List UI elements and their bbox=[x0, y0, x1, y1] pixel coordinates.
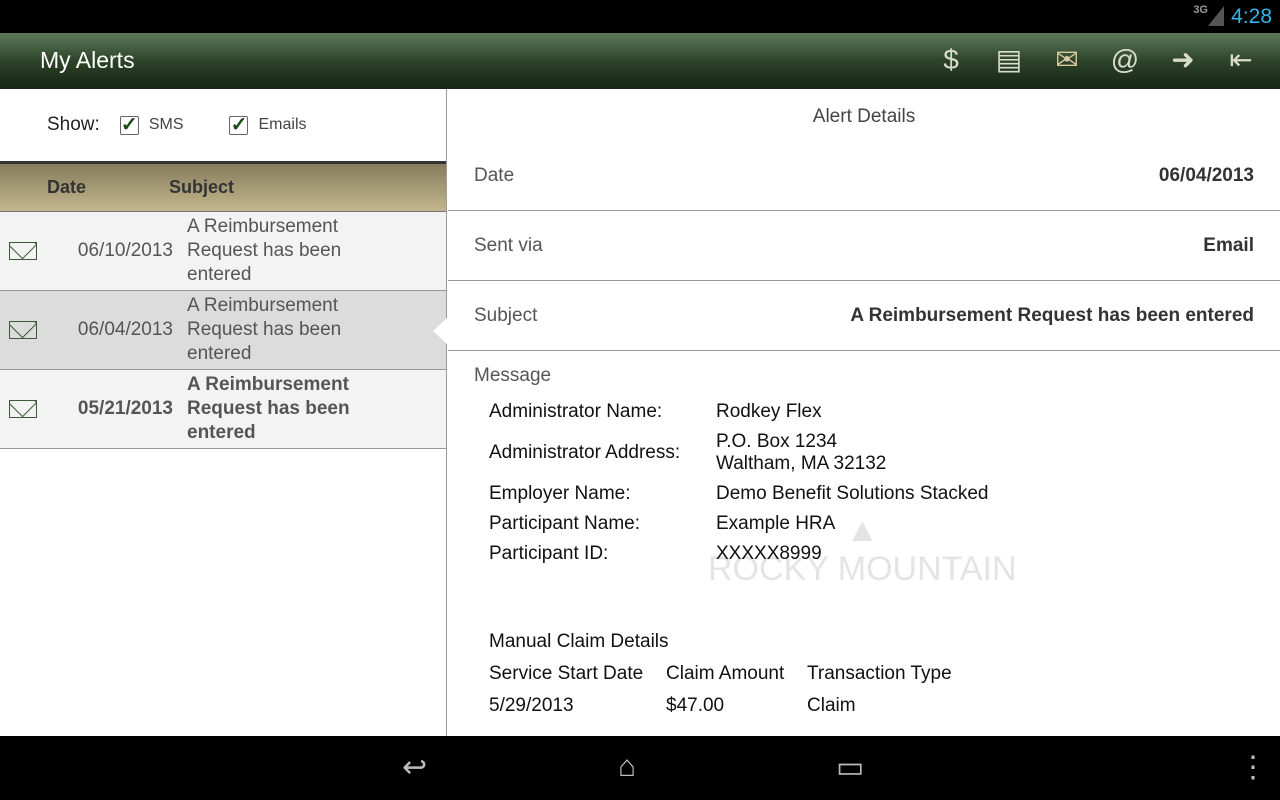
alert-subject: A Reimbursement Request has been entered bbox=[187, 216, 342, 285]
emails-checkbox[interactable]: ✓ bbox=[229, 115, 249, 135]
sent-via-value: Email bbox=[1203, 234, 1254, 256]
filter-bar: Show: ✓ SMS ✓ Emails bbox=[0, 89, 446, 164]
claim-header: Service Start Date bbox=[489, 663, 644, 684]
envelope-icon bbox=[9, 321, 37, 339]
envelope-icon bbox=[9, 242, 37, 260]
subject-value: A Reimbursement Request has been entered bbox=[850, 304, 1254, 326]
back-icon[interactable]: ↩ bbox=[402, 750, 427, 785]
claim-header: Claim Amount bbox=[666, 663, 785, 684]
details-title: Alert Details bbox=[812, 106, 916, 127]
phone-at-icon[interactable]: @ bbox=[1106, 41, 1144, 79]
claim-title: Manual Claim Details bbox=[489, 631, 669, 652]
subject-header[interactable]: Subject bbox=[169, 177, 234, 198]
msg-key: Participant Name: bbox=[489, 513, 641, 534]
home-icon[interactable]: ⌂ bbox=[618, 750, 636, 784]
message-body: Administrator Name: Rodkey Flex Administr… bbox=[489, 401, 1254, 565]
msg-key: Administrator Name: bbox=[489, 401, 663, 422]
arrow-right-icon[interactable]: ➜ bbox=[1164, 41, 1202, 79]
msg-value: Demo Benefit Solutions Stacked bbox=[716, 483, 989, 504]
alert-details-pane: Alert Details Date 06/04/2013 Sent via Ema… bbox=[448, 89, 1280, 736]
app-bar: My Alerts $ ▤ ✉ @ ➜ ⇤ bbox=[0, 33, 1280, 89]
sms-label: SMS bbox=[148, 116, 184, 133]
page-title: My Alerts bbox=[40, 47, 135, 73]
msg-value: Example HRA bbox=[716, 513, 836, 534]
list-item-selected[interactable]: 06/04/2013 A Reimbursement Request has be… bbox=[0, 291, 447, 370]
date-field: Date 06/04/2013 bbox=[448, 141, 1280, 211]
claim-cell: 5/29/2013 bbox=[489, 695, 574, 716]
msg-value: Rodkey Flex bbox=[716, 401, 822, 422]
documents-icon[interactable]: ▤ bbox=[990, 41, 1028, 79]
emails-label: Emails bbox=[258, 116, 307, 133]
claim-table: Service Start Date Claim Amount Transactio… bbox=[489, 663, 1254, 717]
recent-apps-icon[interactable]: ▭ bbox=[836, 750, 864, 785]
alert-subject: A Reimbursement Request has been entered bbox=[187, 295, 342, 364]
claim-cell: Claim bbox=[807, 695, 856, 716]
alert-date: 06/10/2013 bbox=[77, 240, 173, 261]
bag-dollar-icon[interactable]: $ bbox=[932, 41, 970, 79]
claim-header: Transaction Type bbox=[807, 663, 952, 684]
envelope-icon bbox=[9, 400, 37, 418]
subject-label: Subject bbox=[474, 304, 538, 326]
msg-key: Employer Name: bbox=[489, 483, 631, 504]
alert-date: 05/21/2013 bbox=[77, 398, 173, 419]
date-label: Date bbox=[474, 164, 515, 186]
list-item-unread[interactable]: 05/21/2013 A Reimbursement Request has be… bbox=[0, 370, 446, 449]
msg-value: P.O. Box 1234 Waltham, MA 32132 bbox=[716, 431, 887, 474]
alert-date: 06/04/2013 bbox=[77, 319, 173, 340]
alert-subject: A Reimbursement Request has been entered bbox=[187, 374, 350, 443]
overflow-menu-icon[interactable]: ⋮ bbox=[1238, 750, 1268, 785]
sms-checkbox[interactable]: ✓ bbox=[119, 115, 139, 135]
signal-icon bbox=[1208, 6, 1224, 26]
selection-notch bbox=[433, 318, 447, 344]
list-item[interactable]: 06/10/2013 A Reimbursement Request has be… bbox=[0, 212, 446, 291]
date-value: 06/04/2013 bbox=[1158, 164, 1254, 186]
status-bar: 3G 4:28 bbox=[0, 0, 1280, 33]
date-header[interactable]: Date bbox=[47, 177, 169, 198]
alerts-list-pane: Show: ✓ SMS ✓ Emails Date Subject 06/10/20… bbox=[0, 89, 447, 736]
msg-key: Participant ID: bbox=[489, 543, 609, 564]
logout-door-icon[interactable]: ⇤ bbox=[1222, 41, 1260, 79]
claim-cell: $47.00 bbox=[666, 695, 725, 716]
subject-field: Subject A Reimbursement Request has been … bbox=[448, 281, 1280, 351]
clock: 4:28 bbox=[1231, 5, 1272, 28]
message-label: Message bbox=[474, 365, 552, 386]
navigation-bar: ↩ ⌂ ▭ ⋮ bbox=[0, 736, 1280, 800]
msg-value: XXXXX8999 bbox=[716, 543, 822, 564]
show-label: Show: bbox=[47, 114, 100, 135]
list-header: Date Subject bbox=[0, 164, 446, 212]
msg-key: Administrator Address: bbox=[489, 442, 681, 463]
mail-icon[interactable]: ✉ bbox=[1048, 41, 1086, 79]
network-indicator: 3G bbox=[1193, 4, 1208, 16]
sent-via-label: Sent via bbox=[474, 234, 543, 256]
sent-via-field: Sent via Email bbox=[448, 211, 1280, 281]
message-section: ▲ ROCKY MOUNTAIN Message Administrator Na… bbox=[448, 351, 1280, 731]
